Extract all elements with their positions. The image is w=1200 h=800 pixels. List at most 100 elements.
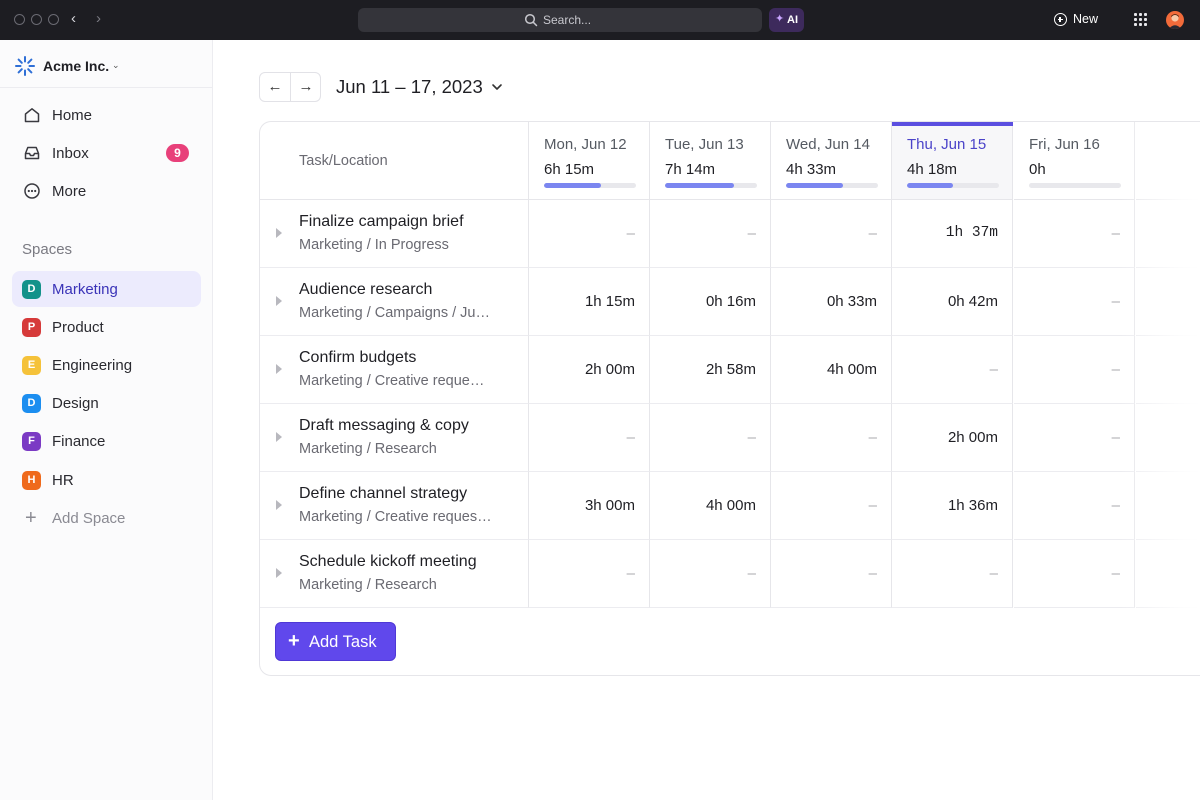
forward-arrow-icon[interactable]: › bbox=[96, 9, 101, 29]
time-entry-cell[interactable]: – bbox=[771, 404, 892, 472]
space-label: HR bbox=[52, 472, 74, 489]
space-item-engineering[interactable]: E Engineering bbox=[12, 347, 201, 383]
time-entry-cell[interactable]: – bbox=[771, 200, 892, 268]
sidebar-item-more[interactable]: More bbox=[12, 173, 201, 209]
time-entry-cell[interactable]: – bbox=[529, 404, 650, 472]
time-entry-value: – bbox=[868, 429, 877, 446]
table-row[interactable]: Confirm budgets Marketing / Creative requ… bbox=[260, 336, 1200, 404]
task-name[interactable]: Confirm budgets bbox=[299, 349, 416, 367]
day-column-header[interactable]: Wed, Jun 14 4h 33m bbox=[771, 122, 892, 200]
time-entry-cell[interactable]: 1h 36m bbox=[892, 472, 1013, 540]
task-cell[interactable]: Finalize campaign brief Marketing / In Pr… bbox=[260, 200, 529, 268]
time-entry-cell[interactable]: – bbox=[1014, 268, 1135, 336]
time-entry-cell[interactable]: 1h 37m bbox=[892, 200, 1013, 268]
time-entry-value: – bbox=[1111, 565, 1120, 582]
table-row[interactable]: Finalize campaign brief Marketing / In Pr… bbox=[260, 200, 1200, 268]
time-entry-cell[interactable]: 2h 00m bbox=[529, 336, 650, 404]
day-column-header[interactable]: Thu, Jun 15 4h 18m bbox=[892, 122, 1013, 200]
sidebar-item-home[interactable]: Home bbox=[12, 97, 201, 133]
time-entry-cell[interactable]: 3h 00m bbox=[529, 472, 650, 540]
time-entry-value: – bbox=[747, 565, 756, 582]
task-cell[interactable]: Define channel strategy Marketing / Creat… bbox=[260, 472, 529, 540]
task-name[interactable]: Define channel strategy bbox=[299, 485, 467, 503]
chevron-down-icon[interactable] bbox=[490, 80, 504, 94]
time-entry-cell[interactable]: – bbox=[650, 200, 771, 268]
time-entry-cell[interactable]: – bbox=[650, 404, 771, 472]
task-location: Marketing / Research bbox=[299, 577, 437, 593]
expand-caret-icon[interactable] bbox=[276, 568, 282, 578]
window-close-button[interactable] bbox=[14, 14, 25, 25]
apps-grid-icon[interactable] bbox=[1134, 13, 1147, 26]
table-row[interactable]: Define channel strategy Marketing / Creat… bbox=[260, 472, 1200, 540]
previous-week-button[interactable]: ← bbox=[260, 73, 290, 101]
ai-button[interactable]: ✦ AI bbox=[769, 8, 804, 32]
expand-caret-icon[interactable] bbox=[276, 296, 282, 306]
task-cell[interactable]: Draft messaging & copy Marketing / Resear… bbox=[260, 404, 529, 472]
time-entry-cell[interactable]: – bbox=[1014, 472, 1135, 540]
time-entry-value: – bbox=[868, 497, 877, 514]
time-entry-cell[interactable]: – bbox=[892, 336, 1013, 404]
sidebar-item-inbox[interactable]: Inbox 9 bbox=[12, 135, 201, 171]
time-entry-cell[interactable]: 0h 16m bbox=[650, 268, 771, 336]
time-entry-cell[interactable]: 4h 00m bbox=[650, 472, 771, 540]
day-progress-bar bbox=[665, 183, 757, 188]
day-column-header[interactable]: Tue, Jun 13 7h 14m bbox=[650, 122, 771, 200]
time-entry-cell[interactable]: – bbox=[529, 200, 650, 268]
task-name[interactable]: Schedule kickoff meeting bbox=[299, 553, 477, 571]
time-entry-cell[interactable]: 2h 58m bbox=[650, 336, 771, 404]
expand-caret-icon[interactable] bbox=[276, 432, 282, 442]
time-entry-value: 0h 33m bbox=[826, 293, 877, 310]
space-avatar: F bbox=[22, 432, 41, 451]
window-zoom-button[interactable] bbox=[48, 14, 59, 25]
space-avatar: E bbox=[22, 356, 41, 375]
user-avatar[interactable] bbox=[1166, 11, 1184, 29]
window-minimize-button[interactable] bbox=[31, 14, 42, 25]
time-entry-cell[interactable]: 0h 42m bbox=[892, 268, 1013, 336]
day-column-header[interactable]: Mon, Jun 12 6h 15m bbox=[529, 122, 650, 200]
next-week-button[interactable]: → bbox=[291, 73, 321, 101]
time-entry-cell[interactable]: – bbox=[650, 540, 771, 608]
expand-caret-icon[interactable] bbox=[276, 364, 282, 374]
task-name[interactable]: Finalize campaign brief bbox=[299, 213, 464, 231]
day-progress-bar bbox=[786, 183, 878, 188]
time-entry-value: 4h 00m bbox=[826, 361, 877, 378]
task-cell[interactable]: Confirm budgets Marketing / Creative requ… bbox=[260, 336, 529, 404]
time-entry-cell[interactable]: – bbox=[892, 540, 1013, 608]
time-entry-cell[interactable]: – bbox=[529, 540, 650, 608]
table-row[interactable]: Audience research Marketing / Campaigns /… bbox=[260, 268, 1200, 336]
expand-caret-icon[interactable] bbox=[276, 228, 282, 238]
time-entry-cell[interactable]: 4h 00m bbox=[771, 336, 892, 404]
time-entry-cell[interactable]: – bbox=[771, 540, 892, 608]
time-entry-value: – bbox=[1111, 225, 1120, 242]
table-row[interactable]: Draft messaging & copy Marketing / Resear… bbox=[260, 404, 1200, 472]
task-name[interactable]: Audience research bbox=[299, 281, 432, 299]
time-entry-cell[interactable]: – bbox=[1014, 200, 1135, 268]
time-entry-cell[interactable]: 0h 33m bbox=[771, 268, 892, 336]
task-name[interactable]: Draft messaging & copy bbox=[299, 417, 469, 435]
time-entry-cell[interactable]: 1h 15m bbox=[529, 268, 650, 336]
time-entry-cell[interactable]: – bbox=[1014, 540, 1135, 608]
space-item-design[interactable]: D Design bbox=[12, 385, 201, 421]
expand-caret-icon[interactable] bbox=[276, 500, 282, 510]
time-entry-cell[interactable]: 2h 00m bbox=[892, 404, 1013, 472]
task-cell[interactable]: Schedule kickoff meeting Marketing / Rese… bbox=[260, 540, 529, 608]
space-item-hr[interactable]: H HR bbox=[12, 462, 201, 498]
inbox-icon bbox=[24, 146, 40, 160]
time-entry-cell[interactable]: – bbox=[771, 472, 892, 540]
time-entry-value: – bbox=[747, 225, 756, 242]
date-range-title[interactable]: Jun 11 – 17, 2023 bbox=[336, 76, 483, 98]
task-column-header: Task/Location bbox=[260, 122, 529, 200]
back-arrow-icon[interactable]: ‹ bbox=[71, 9, 76, 29]
add-task-button[interactable]: + Add Task bbox=[275, 622, 396, 661]
task-cell[interactable]: Audience research Marketing / Campaigns /… bbox=[260, 268, 529, 336]
time-entry-cell[interactable]: – bbox=[1014, 336, 1135, 404]
search-bar[interactable]: Search... bbox=[358, 8, 762, 32]
space-item-marketing[interactable]: D Marketing bbox=[12, 271, 201, 307]
time-entry-cell[interactable]: – bbox=[1014, 404, 1135, 472]
day-column-header[interactable]: Fri, Jun 16 0h bbox=[1014, 122, 1135, 200]
space-item-product[interactable]: P Product bbox=[12, 309, 201, 345]
add-space-button[interactable]: + Add Space bbox=[12, 500, 201, 536]
space-item-finance[interactable]: F Finance bbox=[12, 423, 201, 459]
day-column-header-partial bbox=[1136, 122, 1200, 200]
table-row[interactable]: Schedule kickoff meeting Marketing / Rese… bbox=[260, 540, 1200, 608]
